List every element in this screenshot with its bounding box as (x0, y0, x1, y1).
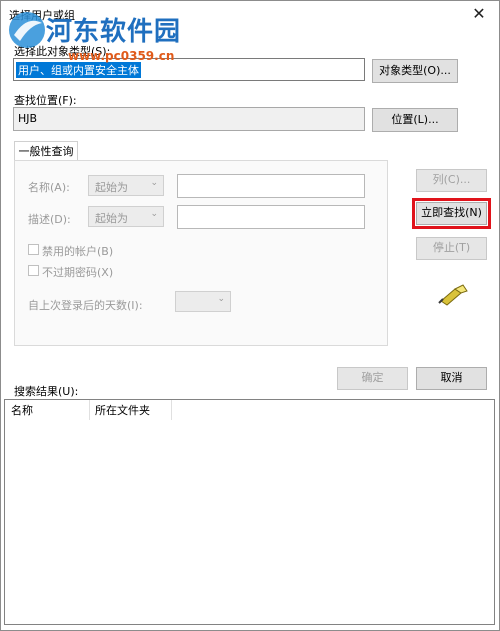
days-since-logon-select[interactable]: ⌄ (175, 291, 231, 312)
name-mode-value: 起始为 (95, 181, 128, 194)
column-header-folder[interactable]: 所在文件夹 (95, 402, 150, 419)
object-types-button[interactable]: 对象类型(O)... (372, 59, 458, 83)
search-results-label: 搜索结果(U): (14, 385, 79, 398)
tab-common-queries[interactable]: 一般性查询 (14, 141, 78, 162)
description-label: 描述(D): (28, 213, 71, 226)
name-input[interactable] (177, 174, 365, 198)
chevron-down-icon: ⌄ (217, 294, 225, 304)
non-expiring-password-label: 不过期密码(X) (42, 266, 114, 279)
close-icon[interactable]: ✕ (465, 4, 493, 24)
name-mode-select[interactable]: 起始为 ⌄ (88, 175, 164, 196)
chevron-down-icon: ⌄ (150, 209, 158, 219)
column-divider[interactable] (89, 400, 90, 420)
name-label: 名称(A): (28, 181, 70, 194)
description-mode-select[interactable]: 起始为 ⌄ (88, 206, 164, 227)
disabled-accounts-label: 禁用的帐户(B) (42, 245, 114, 258)
description-mode-value: 起始为 (95, 212, 128, 225)
column-header-name[interactable]: 名称 (11, 402, 33, 419)
object-type-label: 选择此对象类型(S): (14, 45, 111, 58)
days-since-logon-label: 自上次登录后的天数(I): (28, 299, 143, 312)
location-value: HJB (18, 112, 38, 125)
search-flashlight-icon (438, 284, 468, 306)
non-expiring-password-checkbox[interactable] (28, 265, 39, 276)
ok-button[interactable]: 确定 (337, 367, 408, 390)
disabled-accounts-checkbox[interactable] (28, 244, 39, 255)
object-type-value: 用户、组或内置安全主体 (16, 62, 141, 78)
chevron-down-icon: ⌄ (150, 178, 158, 188)
location-field: HJB (13, 107, 365, 131)
column-divider[interactable] (171, 400, 172, 420)
cancel-button[interactable]: 取消 (416, 367, 487, 390)
locations-button[interactable]: 位置(L)... (372, 108, 458, 132)
search-results-list[interactable]: 名称 所在文件夹 (4, 399, 495, 625)
object-type-field: 用户、组或内置安全主体 (13, 58, 365, 81)
columns-button[interactable]: 列(C)... (416, 169, 487, 192)
window-title: 选择用户或组 (9, 9, 75, 22)
title-bar: 选择用户或组 ✕ (1, 1, 499, 27)
description-input[interactable] (177, 205, 365, 229)
stop-button[interactable]: 停止(T) (416, 237, 487, 260)
location-label: 查找位置(F): (14, 94, 77, 107)
select-users-dialog: 选择用户或组 ✕ 选择此对象类型(S): 用户、组或内置安全主体 对象类型(O)… (0, 0, 500, 631)
find-now-button[interactable]: 立即查找(N) (412, 198, 491, 229)
